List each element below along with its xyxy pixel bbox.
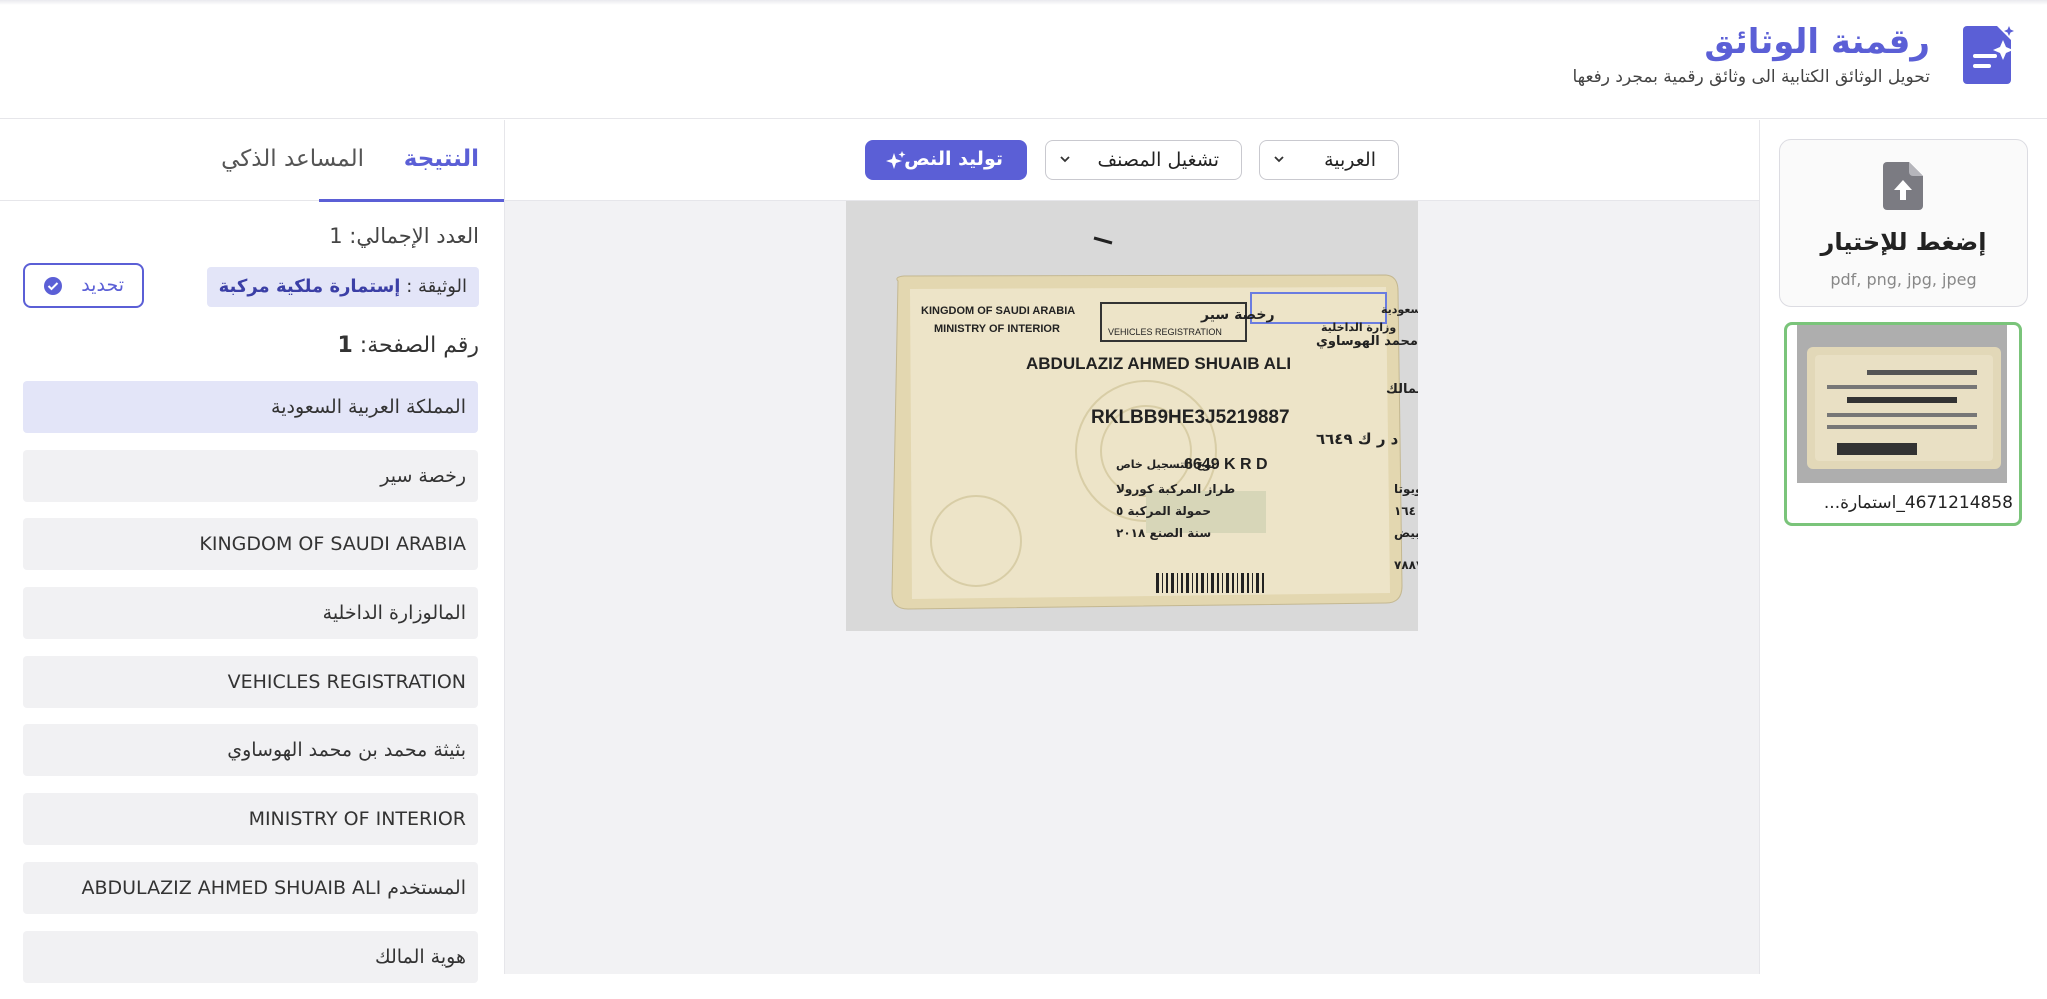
select-button-label: تحديد <box>81 274 124 296</box>
document-type-badge: الوثيقة : إستمارة ملكية مركبة <box>206 267 479 307</box>
card-ids: ٢٠٤٧٥٤٣٠٢٦ هوية المستخدم ١٠٣٨٩٧١٧٥٨ هوية… <box>1386 382 1418 397</box>
generate-text-button[interactable]: توليد النص <box>865 140 1027 180</box>
results-tabs: النتيجة المساعد الذكي <box>0 120 504 202</box>
document-thumbnail-image <box>1797 325 2007 483</box>
app-header: رقمنة الوثائق تحويل الوثائق الكتابية الى… <box>0 0 2047 119</box>
card-chassis: RKLBB9HE3J5219887 <box>1091 407 1290 428</box>
card-color: اللون ابيض <box>1394 526 1418 541</box>
tab-ai-assistant[interactable]: المساعد الذكي <box>221 146 364 172</box>
card-serial: الرقم التسلسلي ٧٨٨٧٢٥٦١٠ <box>1394 558 1418 572</box>
tab-result[interactable]: النتيجة <box>404 146 479 172</box>
check-circle-icon <box>44 277 62 295</box>
card-ar-ministry: وزارة الداخلية <box>1321 321 1396 334</box>
sparkles-icon <box>886 151 906 169</box>
extracted-lines-list: المملكة العربية السعودية رخصة سير KINGDO… <box>23 381 478 999</box>
card-ar-title: رخصة سير <box>1200 307 1275 323</box>
upload-title: إضغط للإختيار <box>1820 228 1987 256</box>
card-model: طراز المركبة كورولا <box>1116 482 1235 497</box>
list-item[interactable]: المستخدم ABDULAZIZ AHMED SHUAIB ALI <box>23 861 478 914</box>
chevron-down-icon <box>1060 156 1070 163</box>
card-make: ماركة المركبة تويوتا <box>1394 482 1418 497</box>
card-plate-ar: د ر ك ٦٦٤٩ <box>1316 430 1399 448</box>
active-tab-indicator <box>319 199 504 202</box>
upload-file-types: pdf, png, jpg, jpeg <box>1830 270 1977 289</box>
thumbnail-filename: 4671214858_استمارة... <box>1823 493 2013 513</box>
card-en-ministry: MINISTRY OF INTERIOR <box>934 323 1060 335</box>
classifier-select-label: تشغيل المصنف <box>1097 149 1220 171</box>
language-select-label: العربية <box>1324 149 1376 171</box>
document-thumbnail-card[interactable]: 4671214858_استمارة... <box>1784 322 2022 526</box>
vehicle-registration-card: KINGDOM OF SAUDI ARABIA MINISTRY OF INTE… <box>846 201 1418 631</box>
card-reg-type: نوع التسجيل خاص <box>1116 458 1215 471</box>
document-sparkle-icon <box>1963 26 2014 84</box>
list-item[interactable]: المملكة العربية السعودية <box>23 381 478 433</box>
file-upload-icon <box>1883 162 1923 210</box>
upload-dropzone[interactable]: إضغط للإختيار pdf, png, jpg, jpeg <box>1779 139 2028 307</box>
total-count: العدد الإجمالي: 1 <box>329 224 479 248</box>
card-en-title: VEHICLES REGISTRATION <box>1108 327 1222 337</box>
document-type-label: الوثيقة : <box>406 276 467 297</box>
page-number: رقم الصفحة: 1 <box>337 333 479 358</box>
document-type-value: إستمارة ملكية مركبة <box>218 276 401 297</box>
select-button[interactable]: تحديد <box>23 263 144 308</box>
chevron-down-icon <box>1274 156 1284 163</box>
card-weight: وزن المركبة ١٦٤٠ <box>1394 504 1418 519</box>
card-load: حمولة المركبة ٥ <box>1116 504 1211 519</box>
list-item[interactable]: هوية المالك <box>23 930 478 983</box>
document-image: KINGDOM OF SAUDI ARABIA MINISTRY OF INTE… <box>846 201 1418 631</box>
card-user-en: ABDULAZIZ AHMED SHUAIB ALI <box>1026 354 1291 373</box>
card-en-kingdom: KINGDOM OF SAUDI ARABIA <box>921 305 1075 317</box>
document-viewer: العربية تشغيل المصنف توليد النص KINGDOM … <box>505 120 1759 974</box>
results-panel: النتيجة المساعد الذكي العدد الإجمالي: 1 … <box>0 120 505 983</box>
card-owner-ar: بثيثة محمد بن محمد الهوساوي <box>1316 334 1418 349</box>
page-number-value: 1 <box>337 333 353 358</box>
upload-panel: إضغط للإختيار pdf, png, jpg, jpeg 467121… <box>1759 120 2047 974</box>
card-ar-kingdom: المملكة العربية السعودية <box>1381 303 1418 316</box>
app-subtitle: تحويل الوثائق الكتابية الى وثائق رقمية ب… <box>1572 67 1930 87</box>
card-year: سنة الصنع ٢٠١٨ <box>1116 526 1211 540</box>
classifier-select[interactable]: تشغيل المصنف <box>1045 140 1242 180</box>
list-item[interactable]: رخصة سير <box>23 449 478 502</box>
list-item[interactable]: بثيثة محمد بن محمد الهوساوي <box>23 724 478 777</box>
list-item[interactable]: KINGDOM OF SAUDI ARABIA <box>23 518 478 571</box>
generate-text-label: توليد النص <box>904 148 1003 170</box>
page-number-label: رقم الصفحة: <box>359 333 479 358</box>
language-select[interactable]: العربية <box>1259 140 1399 180</box>
list-item[interactable]: VEHICLES REGISTRATION <box>23 655 478 708</box>
app-title: رقمنة الوثائق <box>1704 22 1930 62</box>
toolbar: العربية تشغيل المصنف توليد النص <box>505 120 1759 201</box>
list-item[interactable]: MINISTRY OF INTERIOR <box>23 793 478 846</box>
list-item[interactable]: المالوزارة الداخلية <box>23 587 478 640</box>
